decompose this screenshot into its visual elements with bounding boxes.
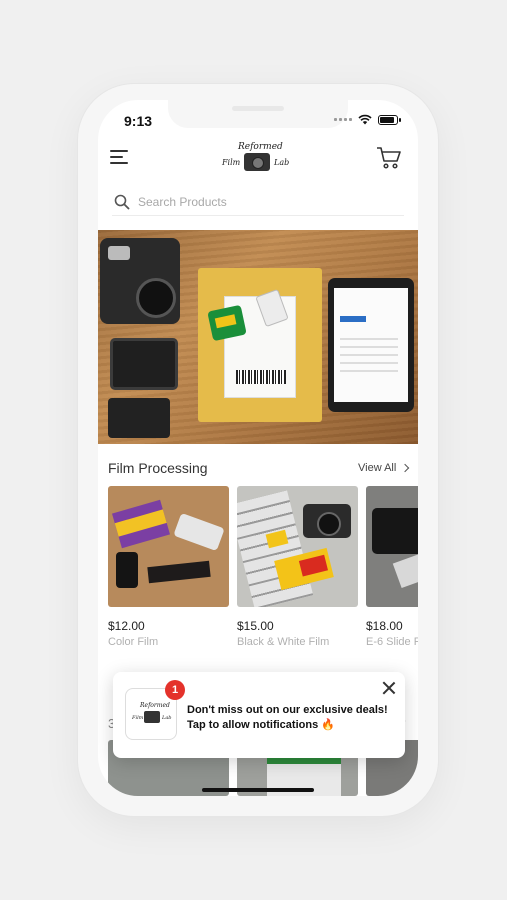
search-input[interactable]	[138, 194, 378, 209]
product-image	[237, 486, 358, 607]
home-indicator	[202, 788, 314, 792]
logo-text-top: Reformed	[238, 142, 283, 152]
notification-cta: Tap to allow notifications 🔥	[187, 719, 335, 731]
product-card-color-film[interactable]: $12.00 Color Film	[108, 486, 229, 648]
menu-icon[interactable]	[110, 150, 128, 166]
battery-icon	[378, 114, 401, 125]
status-icons	[334, 114, 401, 125]
barcode-image	[236, 370, 286, 384]
product-price: $15.00	[237, 619, 274, 633]
view-all-link[interactable]: View All	[358, 462, 410, 474]
camera-part-image	[108, 398, 170, 438]
product-price: $18.00	[366, 619, 403, 633]
app-screen: 9:13 Reformed Film Lab Search Products F…	[98, 100, 418, 796]
cart-icon[interactable]	[376, 146, 402, 170]
signal-icon	[334, 118, 352, 121]
section-title: Film Processing	[108, 460, 208, 476]
chevron-right-icon	[401, 463, 410, 473]
phone-notch	[168, 100, 348, 128]
product-card-e6-slide-film[interactable]: $18.00 E-6 Slide F	[366, 486, 418, 648]
product-name: Black & White Film	[237, 636, 330, 648]
product-price: $12.00	[108, 619, 145, 633]
brand-logo[interactable]: Reformed Film Lab	[222, 142, 292, 176]
search-icon	[114, 194, 130, 209]
logo-camera-icon	[244, 153, 270, 171]
wifi-icon	[358, 114, 372, 125]
logo-text-right: Lab	[162, 715, 172, 721]
camera-image	[100, 238, 180, 324]
hero-banner-image[interactable]	[98, 230, 418, 444]
product-name: E-6 Slide F	[366, 636, 418, 648]
product-card-bw-film[interactable]: $15.00 Black & White Film	[237, 486, 358, 648]
tablet-screen-image	[334, 288, 408, 402]
status-time: 9:13	[124, 113, 153, 129]
product-name: Color Film	[108, 636, 159, 648]
logo-text-left: Film	[222, 158, 241, 167]
notification-prompt[interactable]: Reformed Film Lab 1 Don't miss out on ou…	[113, 672, 405, 758]
view-all-label: View All	[358, 462, 397, 474]
product-image	[366, 486, 418, 607]
logo-text-right: Lab	[274, 158, 290, 167]
camera-back-image	[110, 338, 178, 390]
logo-text-top: Reformed	[140, 702, 170, 709]
product-image	[108, 486, 229, 607]
search-bar[interactable]	[112, 188, 404, 216]
logo-text-left: Film	[132, 715, 144, 721]
logo-camera-icon	[144, 711, 160, 723]
notification-badge: 1	[165, 680, 185, 700]
notification-message: Don't miss out on our exclusive deals!	[187, 704, 388, 716]
close-icon[interactable]	[381, 680, 397, 696]
